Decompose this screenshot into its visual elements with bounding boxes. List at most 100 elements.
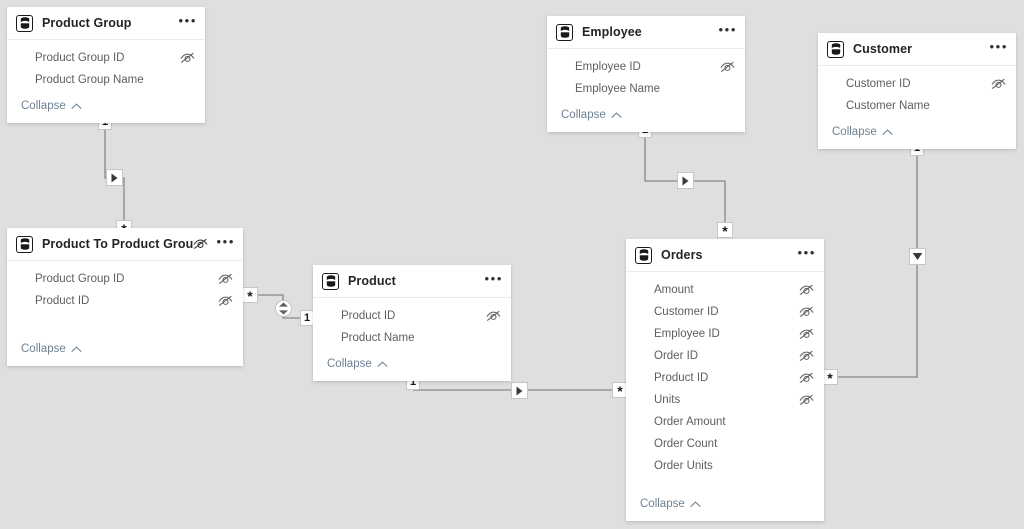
field-name: Product ID bbox=[35, 295, 90, 307]
field-row[interactable]: Product ID bbox=[313, 305, 511, 327]
table-header[interactable]: Product Group ••• bbox=[7, 7, 205, 40]
chevron-up-icon bbox=[71, 345, 82, 353]
collapse-button[interactable]: Collapse bbox=[561, 109, 622, 121]
hidden-eye-icon[interactable] bbox=[799, 394, 814, 406]
chevron-up-icon bbox=[71, 102, 82, 110]
field-name: Customer ID bbox=[846, 78, 911, 90]
field-name: Product Group Name bbox=[35, 74, 144, 86]
table-field-list: Product Group ID Product ID bbox=[7, 261, 243, 312]
cardinality-badge-many[interactable]: * bbox=[822, 369, 838, 386]
collapse-label: Collapse bbox=[832, 126, 877, 138]
hidden-eye-icon[interactable] bbox=[799, 284, 814, 296]
model-diagram-canvas[interactable]: 1 * * 1 1 * 1 * 1 * bbox=[0, 0, 1024, 529]
field-row[interactable]: Product Group Name bbox=[7, 69, 205, 91]
hidden-eye-icon[interactable] bbox=[720, 61, 735, 73]
field-name: Product Name bbox=[341, 332, 415, 344]
hidden-eye-icon[interactable] bbox=[799, 328, 814, 340]
field-name: Customer Name bbox=[846, 100, 930, 112]
collapse-label: Collapse bbox=[640, 498, 685, 510]
table-icon bbox=[16, 14, 33, 32]
table-header[interactable]: Orders ••• bbox=[626, 239, 824, 272]
field-row[interactable]: Employee ID bbox=[626, 323, 824, 345]
table-icon bbox=[635, 246, 652, 264]
field-row[interactable]: Product ID bbox=[626, 367, 824, 389]
table-icon bbox=[556, 23, 573, 41]
table-card-product-group[interactable]: Product Group ••• Product Group ID Produ… bbox=[7, 7, 205, 123]
table-card-employee[interactable]: Employee ••• Employee ID Employee Name C… bbox=[547, 16, 745, 132]
field-name: Order ID bbox=[654, 350, 699, 362]
table-field-list: Employee ID Employee Name bbox=[547, 49, 745, 100]
table-footer: Collapse bbox=[547, 100, 745, 132]
collapse-button[interactable]: Collapse bbox=[832, 126, 893, 138]
collapse-label: Collapse bbox=[327, 358, 372, 370]
field-name: Employee ID bbox=[575, 61, 641, 73]
field-row[interactable]: Units bbox=[626, 389, 824, 411]
field-row[interactable]: Customer ID bbox=[818, 73, 1016, 95]
field-name: Product Group ID bbox=[35, 273, 125, 285]
table-footer: Collapse bbox=[7, 91, 205, 123]
relationship-line-customer-to-orders bbox=[832, 152, 918, 378]
filter-direction-both-icon[interactable] bbox=[275, 300, 292, 317]
hidden-eye-icon[interactable] bbox=[991, 78, 1006, 90]
more-options-icon[interactable]: ••• bbox=[798, 246, 816, 261]
field-row[interactable]: Order Amount bbox=[626, 411, 824, 433]
table-header[interactable]: Product To Product Group ••• bbox=[7, 228, 243, 261]
hidden-eye-icon[interactable] bbox=[218, 295, 233, 307]
hidden-eye-icon[interactable] bbox=[180, 52, 195, 64]
table-card-customer[interactable]: Customer ••• Customer ID Customer Name C… bbox=[818, 33, 1016, 149]
collapse-button[interactable]: Collapse bbox=[640, 498, 701, 510]
field-row[interactable]: Employee Name bbox=[547, 78, 745, 100]
more-options-icon[interactable]: ••• bbox=[179, 14, 197, 29]
filter-direction-right-icon[interactable] bbox=[511, 382, 528, 399]
field-name: Amount bbox=[654, 284, 694, 296]
field-name: Order Count bbox=[654, 438, 718, 450]
cardinality-badge-many[interactable]: * bbox=[717, 222, 733, 239]
field-name: Employee Name bbox=[575, 83, 661, 95]
table-footer: Collapse bbox=[313, 349, 511, 381]
more-options-icon[interactable]: ••• bbox=[217, 235, 235, 250]
hidden-eye-icon[interactable] bbox=[218, 273, 233, 285]
more-options-icon[interactable]: ••• bbox=[990, 40, 1008, 55]
more-options-icon[interactable]: ••• bbox=[485, 272, 503, 287]
table-card-product[interactable]: Product ••• Product ID Product Name Coll… bbox=[313, 265, 511, 381]
field-row[interactable]: Employee ID bbox=[547, 56, 745, 78]
hidden-eye-icon[interactable] bbox=[799, 306, 814, 318]
cardinality-badge-many[interactable]: * bbox=[242, 287, 258, 304]
hidden-eye-icon[interactable] bbox=[799, 372, 814, 384]
table-header[interactable]: Employee ••• bbox=[547, 16, 745, 49]
collapse-button[interactable]: Collapse bbox=[21, 100, 82, 112]
table-card-product-to-product-group[interactable]: Product To Product Group ••• Product Gro… bbox=[7, 228, 243, 366]
field-row[interactable]: Order ID bbox=[626, 345, 824, 367]
chevron-up-icon bbox=[882, 128, 893, 136]
table-title: Product Group bbox=[42, 16, 132, 30]
table-header[interactable]: Customer ••• bbox=[818, 33, 1016, 66]
field-row[interactable]: Order Units bbox=[626, 455, 824, 477]
table-icon bbox=[322, 272, 339, 290]
filter-direction-right-icon[interactable] bbox=[106, 169, 123, 186]
table-title: Product bbox=[348, 274, 396, 288]
collapse-label: Collapse bbox=[21, 100, 66, 112]
table-header[interactable]: Product ••• bbox=[313, 265, 511, 298]
table-card-orders[interactable]: Orders ••• Amount Customer ID Employee I… bbox=[626, 239, 824, 521]
collapse-label: Collapse bbox=[561, 109, 606, 121]
cardinality-badge-one[interactable]: 1 bbox=[300, 310, 314, 326]
field-row[interactable]: Product ID bbox=[7, 290, 243, 312]
field-row[interactable]: Amount bbox=[626, 279, 824, 301]
more-options-icon[interactable]: ••• bbox=[719, 23, 737, 38]
hidden-eye-icon[interactable] bbox=[799, 350, 814, 362]
field-row[interactable]: Customer ID bbox=[626, 301, 824, 323]
hidden-eye-icon[interactable] bbox=[193, 238, 208, 250]
collapse-button[interactable]: Collapse bbox=[21, 343, 82, 355]
filter-direction-right-icon[interactable] bbox=[677, 172, 694, 189]
field-row[interactable]: Order Count bbox=[626, 433, 824, 455]
field-row[interactable]: Customer Name bbox=[818, 95, 1016, 117]
field-row[interactable]: Product Group ID bbox=[7, 268, 243, 290]
field-row[interactable]: Product Group ID bbox=[7, 47, 205, 69]
hidden-eye-icon[interactable] bbox=[486, 310, 501, 322]
chevron-up-icon bbox=[377, 360, 388, 368]
field-row[interactable]: Product Name bbox=[313, 327, 511, 349]
table-footer: Collapse bbox=[818, 117, 1016, 149]
filter-direction-down-icon[interactable] bbox=[909, 248, 926, 265]
table-title: Customer bbox=[853, 42, 913, 56]
collapse-button[interactable]: Collapse bbox=[327, 358, 388, 370]
